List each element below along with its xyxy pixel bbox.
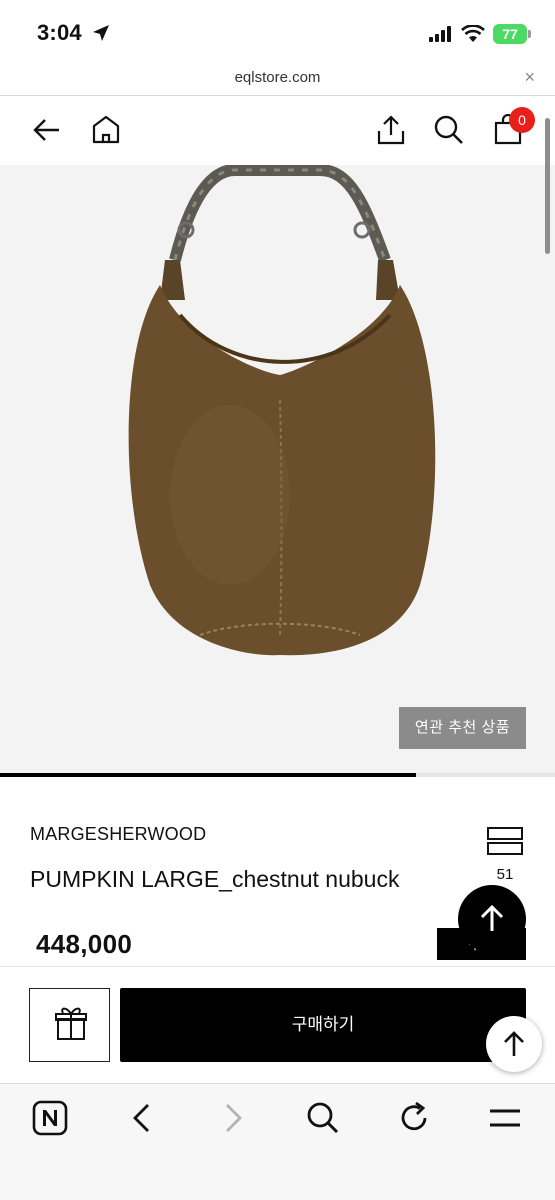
gift-button[interactable]: [29, 988, 110, 1062]
brand-name[interactable]: MARGESHERWOOD: [30, 824, 206, 845]
home-icon[interactable]: [90, 114, 122, 151]
arrow-up-icon: [480, 904, 504, 931]
forward-chevron-icon: [215, 1100, 251, 1141]
product-image[interactable]: [0, 165, 555, 773]
url-text[interactable]: eqlstore.com: [0, 69, 555, 86]
scroll-to-top-button[interactable]: [458, 885, 526, 953]
cart-count-badge: 0: [509, 107, 535, 133]
battery-icon: 77: [493, 24, 527, 44]
gift-icon: [55, 1007, 87, 1040]
site-header: [0, 97, 555, 165]
location-arrow-icon: [92, 24, 110, 47]
arrow-up-icon: [504, 1031, 524, 1056]
back-arrow-icon[interactable]: [31, 114, 63, 151]
naver-n-icon[interactable]: [32, 1100, 68, 1141]
bag-illustration: [128, 165, 436, 656]
reload-icon[interactable]: [396, 1100, 432, 1141]
status-bar: 3:04 77: [0, 0, 555, 62]
wishlist-count: 51: [496, 866, 514, 883]
search-icon[interactable]: [433, 114, 465, 151]
buy-button[interactable]: 구매하기: [120, 988, 526, 1062]
search-icon[interactable]: [305, 1100, 341, 1141]
browser-toolbar: [0, 1083, 555, 1200]
product-title: PUMPKIN LARGE_chestnut nubuck: [30, 866, 400, 892]
page-scrollbar[interactable]: [545, 118, 550, 254]
battery-tip: [528, 30, 531, 38]
share-icon[interactable]: [375, 114, 407, 151]
close-icon[interactable]: ×: [524, 67, 535, 88]
status-time: 3:04: [37, 20, 82, 45]
back-chevron-icon[interactable]: [124, 1100, 160, 1141]
url-bar[interactable]: eqlstore.com ×: [0, 62, 555, 96]
image-progress-fill: [0, 773, 417, 777]
signal-bars-icon: [429, 26, 455, 47]
menu-icon[interactable]: [487, 1100, 523, 1141]
product-price: 448,000: [36, 929, 133, 959]
scroll-to-top-button-secondary[interactable]: [486, 1016, 542, 1072]
image-progress-bar: [0, 773, 555, 777]
wishlist-icon[interactable]: [487, 827, 523, 860]
related-products-button[interactable]: 연관 추천 상품: [399, 707, 526, 749]
wifi-icon: [461, 24, 485, 48]
